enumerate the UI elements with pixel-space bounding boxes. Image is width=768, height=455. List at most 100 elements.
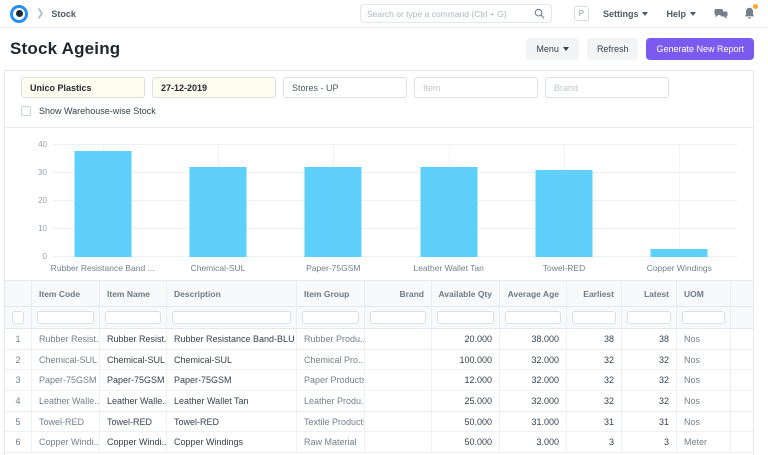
cell-brand[interactable] [365,432,432,453]
cell-brand[interactable] [365,391,432,412]
cell-average_age[interactable]: 38.000 [500,329,567,350]
cell-average_age[interactable]: 32.000 [500,391,567,412]
cell-latest[interactable]: 32 [622,350,677,371]
cell-latest[interactable]: 3 [622,432,677,453]
cell-latest[interactable]: 32 [622,391,677,412]
cell-description[interactable]: Copper Windings [167,432,297,453]
column-filter-input[interactable] [572,311,616,324]
brand-filter-input[interactable] [545,77,669,98]
cell-earliest[interactable]: 32 [567,350,622,371]
cell-average_age[interactable]: 3.000 [500,432,567,453]
cell-latest[interactable]: 32 [622,370,677,391]
cell-earliest[interactable]: 31 [567,412,622,433]
column-header-earliest[interactable]: Earliest [567,281,622,307]
cell-item_group[interactable]: Chemical Pro... [297,350,365,371]
chart-bar-3[interactable] [305,167,362,257]
show-warehouse-wise-stock-option[interactable]: Show Warehouse-wise Stock [21,106,737,116]
warehouse-filter-input[interactable] [283,77,407,98]
cell-item_name[interactable]: Towel-RED [100,412,167,433]
cell-idx[interactable]: 3 [5,370,32,391]
cell-earliest[interactable]: 3 [567,432,622,453]
cell-item_code[interactable]: Towel-RED [32,412,100,433]
column-filter-input[interactable] [172,311,291,324]
cell-idx[interactable]: 1 [5,329,32,350]
cell-item_code[interactable]: Rubber Resist... [32,329,100,350]
cell-description[interactable]: Towel-RED [167,412,297,433]
chart-bar-1[interactable] [74,151,131,257]
column-header-available-qty[interactable]: Available Qty [432,281,500,307]
cell-average_age[interactable]: 31.000 [500,412,567,433]
app-logo-icon[interactable] [10,5,28,23]
user-avatar[interactable]: P [574,6,589,21]
chart-bar-6[interactable] [651,249,708,257]
column-header-index[interactable] [5,281,32,307]
menu-button[interactable]: Menu [526,38,579,60]
cell-uom[interactable]: Nos [677,329,731,350]
cell-idx[interactable]: 2 [5,350,32,371]
refresh-button[interactable]: Refresh [587,38,639,60]
cell-item_group[interactable]: Textile Products [297,412,365,433]
date-filter-input[interactable] [152,77,276,98]
cell-available_qty[interactable]: 25.000 [432,391,500,412]
show-warehouse-wise-stock-checkbox[interactable] [21,106,31,116]
column-header-latest[interactable]: Latest [622,281,677,307]
cell-item_code[interactable]: Chemical-SUL [32,350,100,371]
cell-average_age[interactable]: 32.000 [500,370,567,391]
chart-bar-2[interactable] [189,167,246,257]
cell-item_group[interactable]: Paper Products [297,370,365,391]
cell-brand[interactable] [365,412,432,433]
column-filter-input[interactable] [437,311,494,324]
column-filter-input[interactable] [682,311,725,324]
cell-idx[interactable]: 6 [5,432,32,453]
cell-item_group[interactable]: Leather Produ... [297,391,365,412]
chart-bar-4[interactable] [420,167,477,257]
cell-latest[interactable]: 38 [622,329,677,350]
cell-item_group[interactable]: Raw Material [297,432,365,453]
cell-item_name[interactable]: Rubber Resist... [100,329,167,350]
cell-uom[interactable]: Nos [677,412,731,433]
settings-menu[interactable]: Settings [603,9,649,19]
cell-brand[interactable] [365,370,432,391]
cell-item_group[interactable]: Rubber Produ... [297,329,365,350]
column-header-average-age[interactable]: Average Age [500,281,567,307]
cell-idx[interactable]: 5 [5,412,32,433]
cell-available_qty[interactable]: 12.000 [432,370,500,391]
cell-available_qty[interactable]: 50.000 [432,432,500,453]
cell-item_code[interactable]: Copper Windi... [32,432,100,453]
cell-description[interactable]: Chemical-SUL [167,350,297,371]
column-header-item-name[interactable]: Item Name [100,281,167,307]
column-filter-input[interactable] [505,311,561,324]
cell-item_name[interactable]: Chemical-SUL [100,350,167,371]
cell-earliest[interactable]: 32 [567,370,622,391]
cell-uom[interactable]: Nos [677,370,731,391]
column-filter-input[interactable] [302,311,359,324]
cell-available_qty[interactable]: 20.000 [432,329,500,350]
cell-description[interactable]: Paper-75GSM [167,370,297,391]
cell-brand[interactable] [365,350,432,371]
column-header-brand[interactable]: Brand [365,281,432,307]
cell-item_code[interactable]: Paper-75GSM [32,370,100,391]
global-search-input[interactable]: Search or type a command (Ctrl + G) [360,4,552,23]
cell-uom[interactable]: Nos [677,391,731,412]
column-filter-input[interactable] [105,311,161,324]
column-header-item-group[interactable]: Item Group [297,281,365,307]
help-menu[interactable]: Help [666,9,696,19]
notifications-button[interactable] [744,7,755,20]
breadcrumb[interactable]: Stock [51,9,76,19]
cell-item_code[interactable]: Leather Walle... [32,391,100,412]
cell-earliest[interactable]: 32 [567,391,622,412]
chart-bar-5[interactable] [535,170,592,257]
cell-uom[interactable]: Nos [677,350,731,371]
column-filter-input[interactable] [12,311,24,324]
generate-new-report-button[interactable]: Generate New Report [646,38,754,60]
column-header-description[interactable]: Description [167,281,297,307]
cell-item_name[interactable]: Leather Walle... [100,391,167,412]
cell-item_name[interactable]: Copper Windi... [100,432,167,453]
cell-description[interactable]: Leather Wallet Tan [167,391,297,412]
cell-earliest[interactable]: 38 [567,329,622,350]
cell-latest[interactable]: 31 [622,412,677,433]
column-filter-input[interactable] [627,311,671,324]
cell-available_qty[interactable]: 100.000 [432,350,500,371]
column-filter-input[interactable] [37,311,94,324]
column-header-item-code[interactable]: Item Code [32,281,100,307]
